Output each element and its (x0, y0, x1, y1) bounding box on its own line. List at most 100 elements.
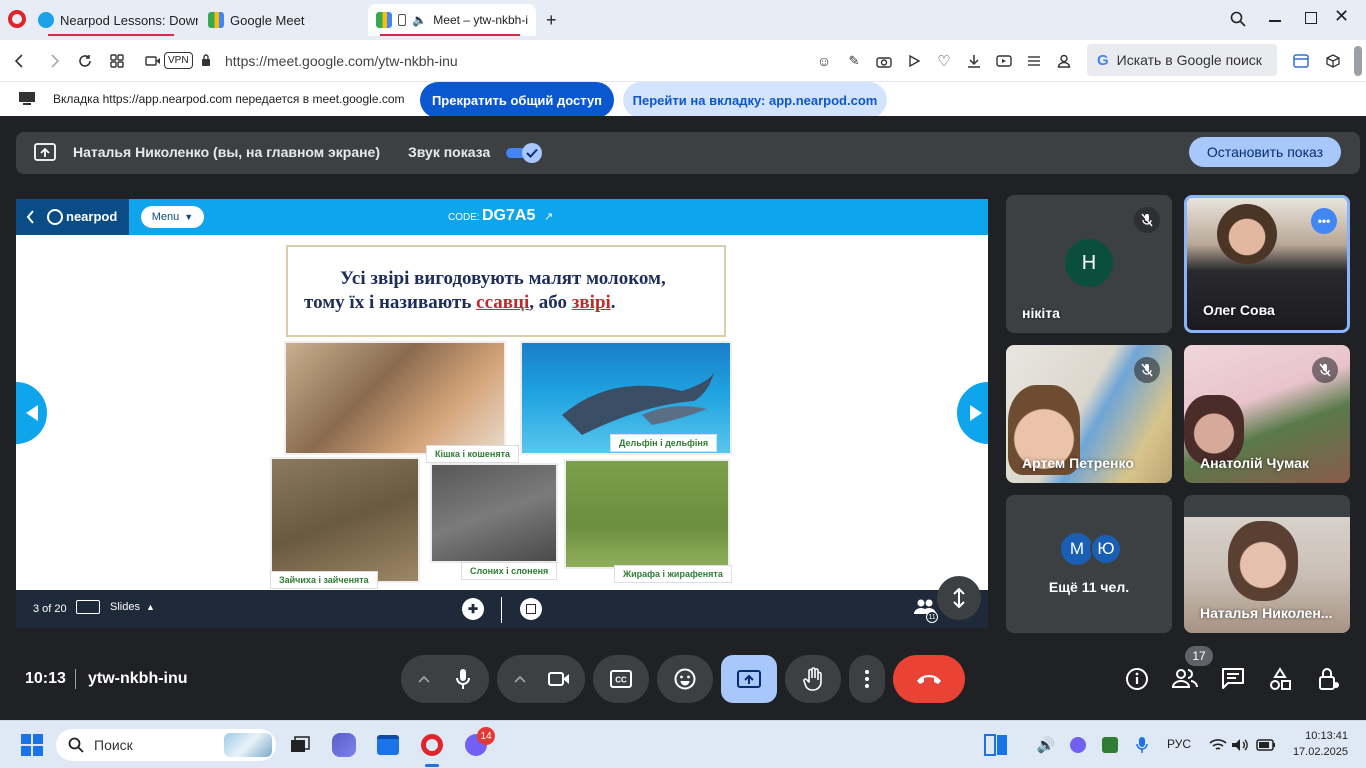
heart-icon[interactable]: ♡ (933, 50, 955, 72)
present-screen-icon (34, 143, 56, 161)
next-slide-button[interactable] (954, 379, 988, 447)
people-icon[interactable] (1172, 667, 1198, 689)
whiteboard-button[interactable] (520, 598, 542, 620)
captions-button[interactable]: CC (593, 655, 649, 703)
more-options-icon[interactable]: ••• (1311, 208, 1337, 234)
mic-tray-icon[interactable] (1126, 729, 1158, 761)
sharing-banner: Вкладка https://app.nearpod.com передает… (0, 82, 1366, 118)
vpn-badge[interactable]: VPN (164, 52, 193, 69)
task-view-icon[interactable] (284, 729, 316, 761)
widgets-icon[interactable] (980, 729, 1012, 761)
clock-time[interactable]: 10:13:41 (1290, 730, 1348, 742)
reactions-button[interactable] (657, 655, 713, 703)
video-popout-icon[interactable] (993, 50, 1015, 72)
sharing-text: Вкладка https://app.nearpod.com передает… (53, 92, 405, 106)
tab-meet-active[interactable]: 🔈 Meet – ytw-nkbh-i (368, 4, 536, 36)
minimize-icon[interactable] (1269, 20, 1281, 22)
pip-icon[interactable] (398, 14, 407, 26)
camera-site-icon[interactable] (142, 50, 164, 72)
tab-nearpod[interactable]: Nearpod Lessons: Downlo (30, 4, 198, 36)
back-icon[interactable] (8, 50, 30, 72)
input-language[interactable]: РУС (1167, 737, 1191, 751)
self-view-tile[interactable]: Наталья Николен... (1184, 495, 1350, 633)
activities-icon[interactable] (1268, 667, 1292, 691)
snapshot-icon[interactable] (873, 50, 895, 72)
external-link-icon[interactable]: ↗ (544, 210, 553, 223)
slides-toggle[interactable]: Slides ▲ (76, 600, 155, 614)
emoji-icon[interactable]: ☺ (813, 50, 835, 72)
lock-icon[interactable] (201, 54, 211, 67)
meet-favicon-icon (376, 12, 392, 28)
microphone-button[interactable] (437, 655, 489, 703)
meet-app-icon[interactable] (328, 729, 360, 761)
store-icon[interactable] (372, 729, 404, 761)
camera-button[interactable] (533, 655, 585, 703)
participant-tile[interactable]: Н нікіта (1006, 195, 1172, 333)
volume-tray-icon[interactable]: 🔊 (1030, 729, 1062, 761)
page-scrollbar[interactable] (1354, 46, 1362, 76)
clock-date[interactable]: 17.02.2025 (1282, 746, 1348, 758)
participant-tile[interactable]: Анатолій Чумак (1184, 345, 1350, 483)
meeting-code: ytw-nkbh-inu (88, 670, 188, 687)
forward-icon[interactable] (44, 50, 66, 72)
slide: Усі звірі вигодовують малят молоком, том… (266, 235, 738, 590)
participant-tile[interactable]: Артем Петренко (1006, 345, 1172, 483)
close-window-icon[interactable]: ✕ (1334, 6, 1349, 27)
meeting-details-icon[interactable] (1125, 667, 1149, 691)
stop-presenting-button[interactable]: Остановить показ (1189, 137, 1341, 167)
easy-setup-icon[interactable] (1023, 50, 1045, 72)
highlight-word-1: ссавці (476, 292, 530, 313)
new-tab-icon[interactable]: + (546, 10, 557, 31)
nearpod-logo: nearpod (66, 209, 118, 224)
opera-logo-icon[interactable] (8, 10, 26, 28)
swap-layout-button[interactable] (937, 576, 981, 620)
search-placeholder: Искать в Google поиск (1116, 52, 1262, 68)
whiteboard-icon (526, 604, 536, 614)
speed-dial-icon[interactable] (106, 50, 128, 72)
security-tray-icon[interactable] (1094, 729, 1126, 761)
menu-button[interactable]: Menu ▼ (141, 206, 204, 228)
battery-icon[interactable] (1250, 729, 1282, 761)
taskbar-search[interactable]: Поиск (56, 729, 276, 761)
stop-sharing-button[interactable]: Прекратить общий доступ (420, 82, 614, 118)
search-highlight-image (224, 733, 272, 757)
caption-giraffe: Жирафа і жирафенята (614, 565, 732, 583)
prev-slide-button[interactable] (16, 379, 50, 447)
chat-icon[interactable] (1221, 667, 1245, 689)
footer-divider (501, 597, 502, 623)
add-activity-button[interactable]: ✚ (462, 598, 484, 620)
elephant-photo (430, 463, 558, 563)
switch-to-tab-button[interactable]: Перейти на вкладку: app.nearpod.com (623, 82, 887, 118)
viber-tray-icon[interactable] (1062, 729, 1094, 761)
participant-tile-active-speaker[interactable]: ••• Олег Сова (1184, 195, 1350, 333)
tab-google-meet[interactable]: Google Meet (200, 4, 366, 36)
leave-call-button[interactable] (893, 655, 965, 703)
more-options-button[interactable] (849, 655, 885, 703)
opera-taskbar-icon[interactable] (416, 729, 448, 761)
extensions-cube-icon[interactable] (1322, 50, 1344, 72)
account-icon[interactable] (1053, 50, 1075, 72)
check-icon (522, 143, 542, 163)
download-icon[interactable] (963, 50, 985, 72)
avatar: М (1061, 533, 1093, 565)
slides-icon (76, 600, 100, 614)
host-controls-icon[interactable] (1317, 667, 1341, 691)
back-chevron-icon[interactable] (26, 210, 35, 224)
restore-icon[interactable] (1305, 12, 1317, 24)
speaker-icon[interactable]: 🔈 (412, 13, 427, 27)
raise-hand-button[interactable] (785, 655, 841, 703)
more-participants-tile[interactable]: М Ю Ещё 11 чел. (1006, 495, 1172, 633)
audio-toggle[interactable] (506, 143, 542, 163)
cat-photo (284, 341, 506, 455)
caret-up-icon: ▲ (145, 602, 155, 612)
present-now-button[interactable] (721, 655, 777, 703)
search-tabs-icon[interactable] (1230, 11, 1246, 27)
reload-icon[interactable] (74, 50, 96, 72)
windows-start-icon[interactable] (16, 729, 48, 761)
google-search-box[interactable]: G Искать в Google поиск (1087, 44, 1277, 76)
sidebar-panel-icon[interactable] (1290, 50, 1312, 72)
more-count: Ещё 11 чел. (1048, 579, 1130, 595)
play-icon[interactable] (903, 50, 925, 72)
edit-icon[interactable]: ✎ (843, 50, 865, 72)
url-field[interactable]: https://meet.google.com/ytw-nkbh-inu (225, 53, 458, 69)
